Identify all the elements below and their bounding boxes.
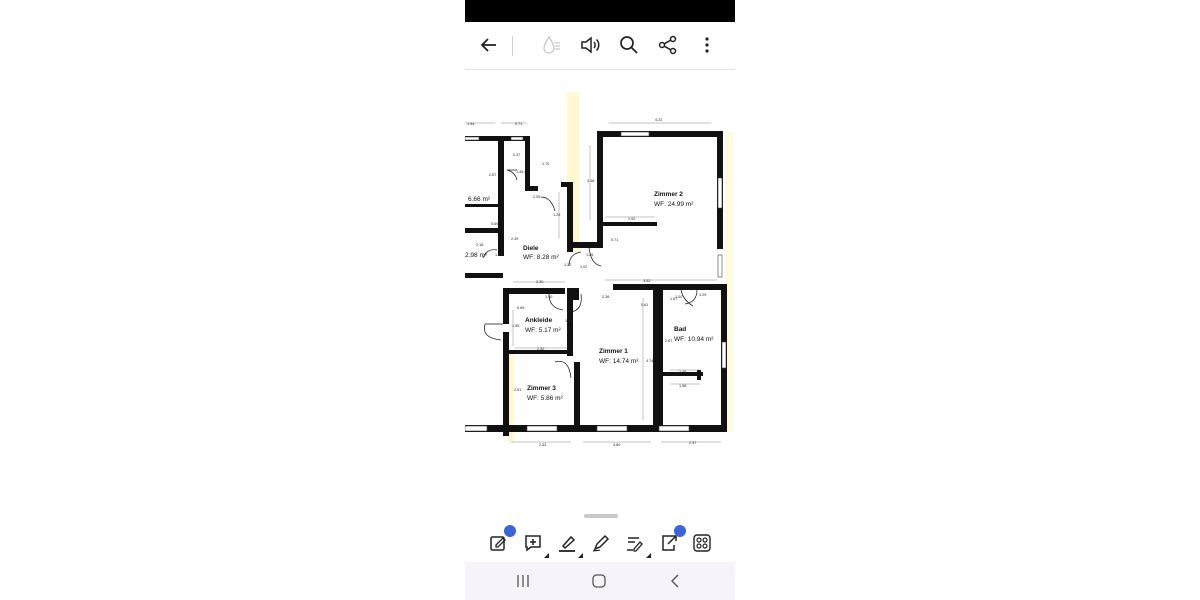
svg-text:0.61: 0.61 <box>641 303 648 307</box>
toolbar-divider <box>512 36 513 56</box>
dropdown-indicator-icon <box>646 553 651 558</box>
home-icon[interactable] <box>588 570 610 592</box>
svg-text:1.92: 1.92 <box>628 217 635 221</box>
grid-apps-icon[interactable] <box>690 531 714 555</box>
drag-handle[interactable] <box>584 514 618 518</box>
room-area: WF: 14.74 m² <box>599 358 639 365</box>
svg-text:2.67: 2.67 <box>489 173 496 177</box>
document-canvas[interactable]: 4.22 1.94 0.71 0.37 1.70 2.67 1.45 m 2.0… <box>465 70 735 502</box>
svg-text:2.30: 2.30 <box>536 280 543 284</box>
status-bar <box>465 0 735 22</box>
svg-text:1.27: 1.27 <box>564 263 571 267</box>
svg-text:1.02: 1.02 <box>580 265 587 269</box>
svg-text:1.45 m: 1.45 m <box>516 170 528 174</box>
more-vert-icon[interactable] <box>695 33 719 57</box>
room-area: WF: 5.86 m² <box>527 395 564 402</box>
top-toolbar <box>465 22 735 70</box>
svg-text:0.69: 0.69 <box>491 222 498 226</box>
svg-text:1.26: 1.26 <box>586 253 593 257</box>
room-name: Zimmer 1 <box>599 348 628 355</box>
bottom-toolbar <box>465 502 735 562</box>
svg-text:1.29: 1.29 <box>553 213 560 217</box>
svg-text:3.80: 3.80 <box>613 443 620 447</box>
svg-text:2.32: 2.32 <box>537 347 544 351</box>
svg-text:0.69: 0.69 <box>517 306 524 310</box>
draw-sign-icon[interactable] <box>623 531 651 558</box>
svg-text:1.45: 1.45 <box>679 370 686 374</box>
edit-document-icon[interactable] <box>487 525 516 555</box>
phone-screen: 4.22 1.94 0.71 0.37 1.70 2.67 1.45 m 2.0… <box>465 0 735 600</box>
export-icon[interactable] <box>657 525 686 555</box>
premium-badge-icon <box>674 525 686 537</box>
room-name: Diele <box>523 245 539 252</box>
water-drop-icon[interactable] <box>539 33 563 57</box>
svg-text:1.70: 1.70 <box>542 162 549 166</box>
svg-text:2.33: 2.33 <box>539 443 546 447</box>
svg-text:2.51: 2.51 <box>514 388 521 392</box>
room-name: Ankleide <box>525 317 552 324</box>
back-arrow-icon[interactable] <box>477 33 501 57</box>
svg-text:1.29: 1.29 <box>699 293 706 297</box>
svg-text:4.74: 4.74 <box>646 359 653 363</box>
svg-text:2.05: 2.05 <box>533 195 540 199</box>
floor-plan: 4.22 1.94 0.71 0.37 1.70 2.67 1.45 m 2.0… <box>465 92 733 447</box>
svg-text:2.67: 2.67 <box>665 339 672 343</box>
svg-text:2.39: 2.39 <box>511 237 518 241</box>
system-nav-bar <box>465 562 735 600</box>
svg-text:1.25: 1.25 <box>495 253 502 257</box>
speaker-icon[interactable] <box>578 33 602 57</box>
highlighter-icon[interactable] <box>555 531 583 558</box>
room-name: Bad <box>674 326 686 333</box>
svg-text:1.87: 1.87 <box>470 230 477 234</box>
recent-apps-icon[interactable] <box>512 570 534 592</box>
pen-icon[interactable] <box>589 531 613 555</box>
share-icon[interactable] <box>656 33 680 57</box>
svg-text:0.71: 0.71 <box>611 238 618 242</box>
room-area: WF: 10.94 m² <box>674 336 714 343</box>
svg-text:1.67: 1.67 <box>670 297 677 301</box>
svg-text:2.16: 2.16 <box>476 243 483 247</box>
svg-text:1.56: 1.56 <box>679 384 686 388</box>
dropdown-indicator-icon <box>578 553 583 558</box>
dropdown-indicator-icon <box>544 553 549 558</box>
back-icon[interactable] <box>664 570 686 592</box>
partial-room-area: 6.66 m² <box>468 196 491 203</box>
svg-text:1.94: 1.94 <box>467 122 474 126</box>
svg-text:2.37: 2.37 <box>689 441 696 445</box>
premium-badge-icon <box>504 525 516 537</box>
room-area: WF: 24.99 m² <box>654 201 694 208</box>
svg-text:0.71: 0.71 <box>515 122 522 126</box>
room-area: WF: 8.28 m² <box>523 254 560 261</box>
svg-text:2.36: 2.36 <box>602 295 609 299</box>
svg-text:1.55: 1.55 <box>512 324 519 328</box>
room-area: WF: 5.17 m² <box>525 327 562 334</box>
room-name: Zimmer 3 <box>527 385 556 392</box>
room-name: Zimmer 2 <box>654 191 683 198</box>
svg-text:1.50: 1.50 <box>545 295 552 299</box>
svg-text:0.37: 0.37 <box>513 153 520 157</box>
partial-room-area: 2.98 m² <box>465 252 488 259</box>
svg-text:1.36: 1.36 <box>565 319 572 323</box>
search-icon[interactable] <box>617 33 641 57</box>
svg-text:3.52: 3.52 <box>643 279 650 283</box>
svg-text:4.22: 4.22 <box>655 118 662 122</box>
add-comment-icon[interactable] <box>521 531 549 558</box>
svg-text:3.18: 3.18 <box>587 179 594 183</box>
